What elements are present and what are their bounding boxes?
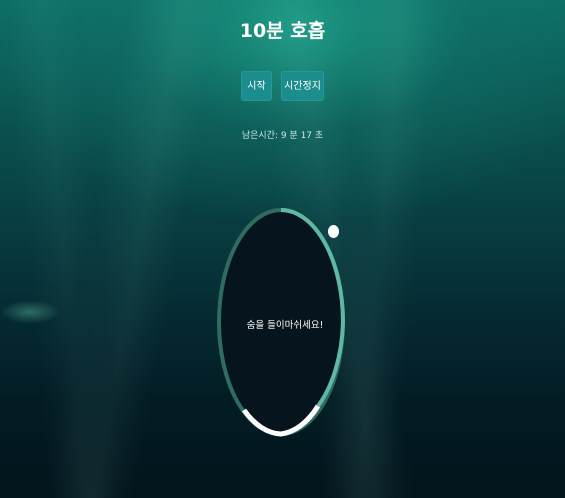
start-button[interactable]: 시작 [241,71,272,101]
background-fish [0,300,60,324]
progress-dot [328,225,339,238]
stop-button[interactable]: 시간정지 [281,71,324,101]
control-bar: 시작 시간정지 [0,71,565,101]
breath-instruction: 숨을 들이마쉬세요! [246,320,324,331]
page-title: 10분 호흡 [239,20,326,42]
remaining-time: 남은시간: 9 분 17 초 [241,131,324,141]
breathing-circle: 숨을 들이마쉬세요! [210,202,360,442]
